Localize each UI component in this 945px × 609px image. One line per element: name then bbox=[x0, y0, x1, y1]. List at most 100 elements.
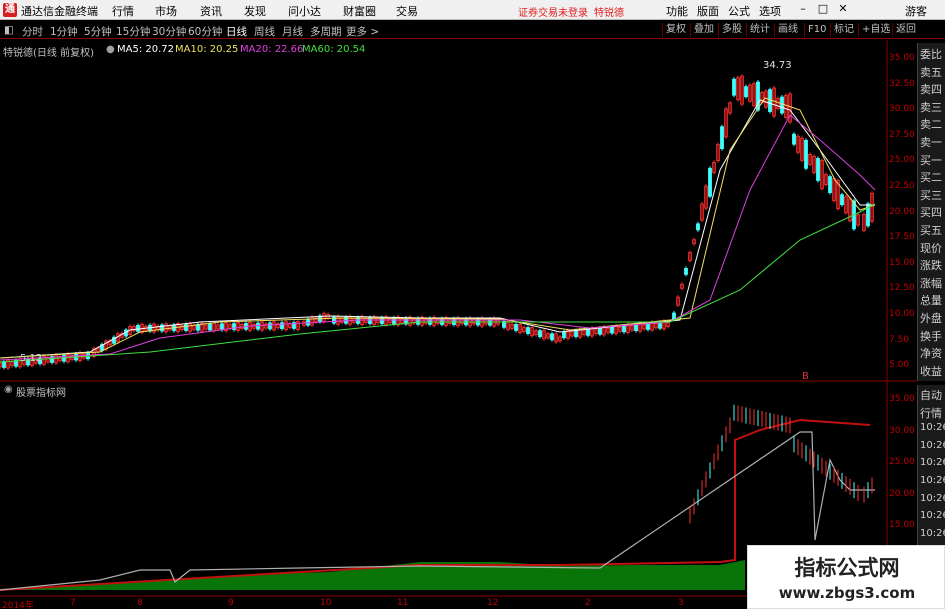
candle-body bbox=[184, 324, 188, 331]
watermark-logo: 指标公式网 www.zbgs3.com bbox=[747, 545, 945, 609]
ma5-label: MA5: 20.72 bbox=[117, 44, 175, 55]
tick-time-label: 10:26 bbox=[920, 492, 945, 504]
candle-body bbox=[416, 317, 420, 325]
candle-body bbox=[684, 268, 688, 275]
side-panel-label: 涨幅 bbox=[920, 276, 942, 290]
side-panel-label: 收益 bbox=[920, 364, 942, 378]
candle-body bbox=[804, 139, 808, 169]
tick-time-label: 10:26 bbox=[920, 422, 945, 434]
tick-time-label: 10:26 bbox=[920, 475, 945, 486]
y-tick-label: 5.00 bbox=[889, 360, 910, 371]
x-tick-label: 11 bbox=[397, 598, 409, 608]
x-tick-label: 8 bbox=[137, 598, 143, 608]
candle-body bbox=[646, 323, 650, 330]
y-tick-label: 27.50 bbox=[889, 129, 915, 140]
side-panel-label: 现价 bbox=[920, 241, 942, 255]
side-panel-label: 卖二 bbox=[920, 118, 942, 132]
quote-side-panel[interactable]: 委比 卖五 卖四 卖三 卖二 卖一 买一 买二 买三 买四 买五 现价 涨跌 涨幅 总量 外盘 换手 净资 收益 bbox=[917, 43, 945, 381]
candle-body bbox=[732, 78, 736, 96]
high-price-label: 34.73 bbox=[763, 60, 792, 71]
y-tick-label: 22.50 bbox=[889, 181, 915, 191]
candle-body bbox=[256, 322, 260, 330]
ma60-label: MA60: 20.54 bbox=[302, 44, 366, 55]
candle-body bbox=[526, 327, 530, 334]
side-panel-label: 卖三 bbox=[920, 100, 942, 114]
candle-body bbox=[708, 167, 712, 197]
side-panel-label: 买二 bbox=[920, 171, 942, 185]
candle-body bbox=[428, 317, 432, 325]
candle-body bbox=[280, 322, 284, 330]
side-panel-label: 换手 bbox=[920, 329, 942, 343]
x-tick-label: 3 bbox=[678, 598, 684, 608]
candle-body bbox=[840, 194, 844, 206]
buy-signal-marker: B bbox=[802, 371, 809, 382]
price-chart[interactable] bbox=[0, 0, 945, 609]
candle-body bbox=[816, 158, 820, 181]
side-panel-label: 买四 bbox=[920, 206, 942, 220]
candle-body bbox=[574, 330, 578, 337]
y-tick-label: 25.00 bbox=[889, 155, 915, 166]
candle-body bbox=[136, 325, 140, 332]
sub-y-tick-label: 25.00 bbox=[889, 457, 915, 467]
sub-y-tick-label: 20.00 bbox=[889, 488, 915, 499]
tick-time-label: 10:26 bbox=[920, 510, 945, 522]
y-tick-label: 32.50 bbox=[889, 78, 915, 89]
y-tick-label: 10.00 bbox=[889, 309, 915, 319]
y-tick-label: 7.50 bbox=[889, 334, 910, 345]
ma20-label: MA20: 22.66 bbox=[240, 44, 304, 55]
sub-y-tick-label: 30.00 bbox=[889, 425, 915, 436]
y-tick-label: 15.00 bbox=[889, 257, 915, 268]
chart-stock-header: 特锐德(日线 前复权) bbox=[3, 48, 94, 59]
sub-y-tick-label: 35.00 bbox=[889, 394, 915, 404]
side-panel-label: 涨跌 bbox=[920, 259, 942, 273]
side-panel-label: 卖五 bbox=[920, 65, 942, 79]
candle-body bbox=[622, 325, 626, 333]
sub-chart-title: 股票指标网 bbox=[16, 388, 66, 399]
tick-time-label: 10:26 bbox=[920, 457, 945, 469]
candle-body bbox=[780, 96, 784, 114]
candle-body bbox=[562, 331, 566, 339]
x-tick-label: 9 bbox=[228, 598, 234, 608]
ma60-line bbox=[0, 203, 876, 363]
side-panel-label: 卖四 bbox=[920, 83, 942, 97]
candle-body bbox=[208, 323, 212, 331]
candle-body bbox=[828, 176, 832, 193]
candle-body bbox=[2, 361, 6, 368]
candle-body bbox=[514, 324, 518, 331]
ma10-line bbox=[0, 97, 876, 359]
candle-body bbox=[550, 333, 554, 341]
candle-body bbox=[220, 323, 224, 331]
ma10-label: MA10: 20.25 bbox=[175, 44, 239, 55]
tick-time-label: 10:26 bbox=[920, 439, 945, 451]
candle-body bbox=[696, 223, 700, 231]
candle-body bbox=[586, 328, 590, 336]
candle-body bbox=[538, 330, 542, 338]
y-tick-label: 20.00 bbox=[889, 206, 915, 217]
side-panel-label: 买三 bbox=[920, 188, 942, 202]
side-panel-label: 买一 bbox=[920, 153, 942, 167]
y-tick-label: 17.50 bbox=[889, 232, 915, 243]
tick-time-label: 10:26 bbox=[920, 527, 945, 539]
candle-body bbox=[720, 126, 724, 150]
side-panel-label: 净资 bbox=[920, 347, 942, 361]
x-tick-label: 2014年 bbox=[2, 601, 34, 609]
side-panel-label: 卖一 bbox=[920, 136, 942, 149]
tick-side-panel[interactable]: 自动行情 10:26 10:26 10:26 10:26 10:26 10:26 10:26 bbox=[917, 385, 945, 545]
y-tick-label: 12.50 bbox=[889, 283, 915, 294]
sub-chart-icon[interactable]: ◉ bbox=[4, 384, 13, 395]
x-tick-label: 7 bbox=[70, 598, 76, 608]
side-panel-label: 外盘 bbox=[920, 312, 942, 325]
low-price-label: 5.12 bbox=[20, 353, 43, 364]
side-panel-label: 委比 bbox=[920, 48, 942, 61]
watermark-url: www.zbgs3.com bbox=[778, 584, 916, 602]
tick-time-label: 自动 bbox=[920, 389, 942, 402]
watermark-title: 指标公式网 bbox=[794, 556, 900, 580]
candle-body bbox=[672, 312, 676, 320]
candle-body bbox=[634, 324, 638, 332]
ma-dot-icon: ● bbox=[106, 44, 115, 55]
y-tick-label: 35.00 bbox=[889, 53, 915, 63]
side-panel-label: 买五 bbox=[920, 224, 942, 237]
candle-body bbox=[598, 327, 602, 335]
x-tick-label: 12 bbox=[487, 598, 499, 608]
candle-body bbox=[744, 86, 748, 98]
